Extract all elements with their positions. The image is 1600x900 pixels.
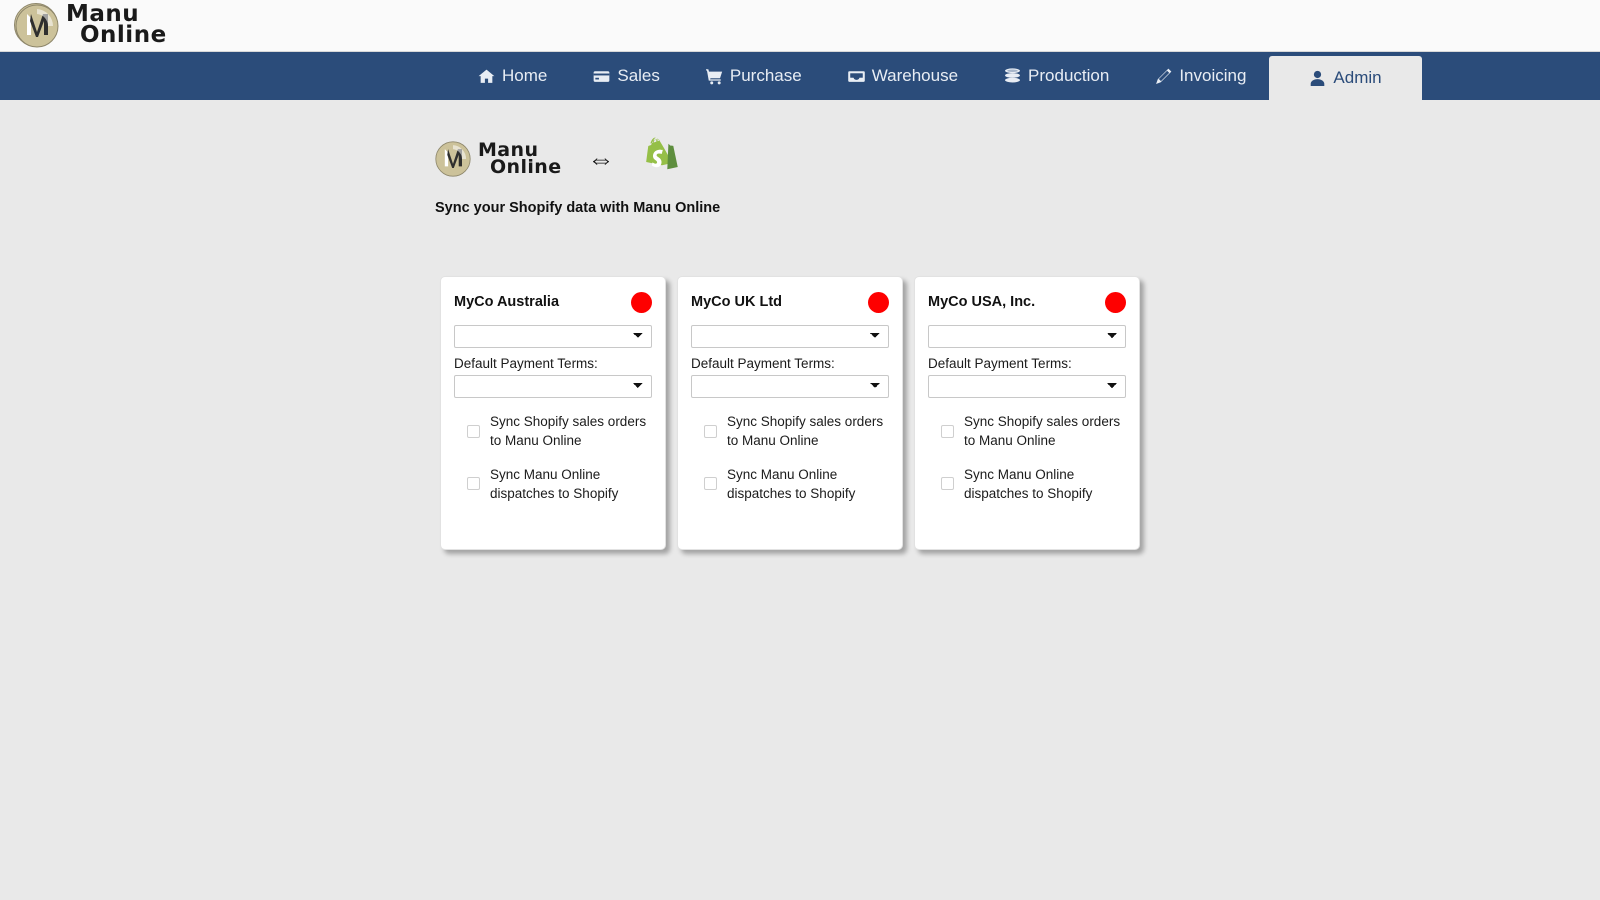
store-card-title: MyCo UK Ltd [691, 294, 783, 310]
nav-label-admin: Admin [1333, 68, 1382, 87]
sync-orders-checkbox[interactable] [941, 424, 954, 438]
sync-orders-row: Sync Shopify sales orders to Manu Online [691, 412, 889, 450]
sync-dispatches-label: Sync Manu Online dispatches to Shopify [727, 466, 856, 501]
nav-label-home: Home [502, 66, 548, 85]
nav-label-invoicing: Invoicing [1179, 66, 1247, 85]
default-payment-terms-label: Default Payment Terms: [691, 356, 835, 371]
nav-items: Home Sales Purchase Warehouse Production [455, 52, 1422, 100]
manu-online-logo-icon [435, 141, 471, 177]
sync-orders-row: Sync Shopify sales orders to Manu Online [928, 412, 1126, 450]
brand-wordmark: Manu Online [66, 2, 167, 48]
shopify-logo-icon [641, 136, 681, 182]
nav-item-purchase[interactable]: Purchase [683, 52, 825, 100]
sync-dispatches-label: Sync Manu Online dispatches to Shopify [964, 466, 1093, 501]
store-card: MyCo USA, Inc. Default Payment Terms: Sy… [914, 276, 1140, 550]
store-card-header: MyCo UK Ltd [691, 291, 889, 313]
sync-manu-online-wordmark: Manu Online [478, 140, 562, 178]
page-content: Manu Online ⇔ Sync your Shopify data wit… [0, 100, 1600, 900]
manu-online-logo-icon [14, 3, 59, 48]
sync-orders-label: Sync Shopify sales orders to Manu Online [964, 414, 1121, 449]
sync-dispatches-checkbox[interactable] [467, 477, 480, 491]
nav-item-warehouse[interactable]: Warehouse [825, 52, 981, 100]
home-icon [478, 68, 495, 85]
store-card-title: MyCo USA, Inc. [928, 294, 1036, 310]
cart-icon [705, 68, 723, 85]
credit-card-icon [593, 68, 610, 85]
sync-logo-line2: Online [490, 156, 562, 178]
sync-dispatches-checkbox[interactable] [704, 477, 717, 491]
nav-item-sales[interactable]: Sales [570, 52, 683, 100]
sync-dispatches-row: Sync Manu Online dispatches to Shopify [928, 465, 1126, 503]
database-icon [1004, 67, 1021, 85]
sync-dispatches-label: Sync Manu Online dispatches to Shopify [490, 466, 619, 501]
payment-terms-select[interactable] [691, 375, 889, 399]
store-cards-container: MyCo Australia Default Payment Terms: Sy… [440, 276, 1140, 550]
sync-orders-checkbox[interactable] [467, 424, 480, 438]
brand-logo[interactable]: Manu Online [14, 2, 167, 48]
sync-orders-label: Sync Shopify sales orders to Manu Online [490, 414, 647, 449]
store-card-header: MyCo Australia [454, 291, 652, 313]
brand-name-line2: Online [80, 22, 167, 48]
payment-terms-select[interactable] [928, 375, 1126, 399]
left-right-arrow-icon: ⇔ [587, 143, 615, 174]
nav-item-production[interactable]: Production [981, 52, 1132, 100]
brand-bar: Manu Online [0, 0, 1600, 52]
status-badge [1105, 291, 1126, 313]
store-select[interactable] [691, 325, 889, 348]
inbox-icon [847, 68, 865, 85]
nav-label-purchase: Purchase [729, 66, 802, 85]
sync-caption: Sync your Shopify data with Manu Online [435, 200, 721, 216]
nav-item-home[interactable]: Home [455, 52, 570, 100]
sync-orders-row: Sync Shopify sales orders to Manu Online [454, 412, 652, 450]
nav-label-sales: Sales [617, 66, 660, 85]
status-badge [868, 291, 889, 313]
nav-item-admin[interactable]: Admin [1269, 56, 1422, 100]
default-payment-terms-label: Default Payment Terms: [454, 356, 598, 371]
nav-label-warehouse: Warehouse [871, 66, 959, 85]
store-card: MyCo Australia Default Payment Terms: Sy… [440, 276, 666, 550]
sync-manu-online-logo: Manu Online [435, 140, 562, 178]
sync-header: Manu Online ⇔ Sync your Shopify data wit… [435, 128, 720, 216]
sync-dispatches-row: Sync Manu Online dispatches to Shopify [691, 465, 889, 503]
store-card: MyCo UK Ltd Default Payment Terms: Sync … [677, 276, 903, 550]
main-navigation-bar: Home Sales Purchase Warehouse Production [0, 52, 1600, 100]
store-card-header: MyCo USA, Inc. [928, 291, 1126, 313]
invoice-icon [1155, 68, 1172, 85]
store-card-title: MyCo Australia [454, 294, 560, 310]
store-select[interactable] [928, 325, 1126, 348]
sync-dispatches-checkbox[interactable] [941, 477, 954, 491]
sync-orders-label: Sync Shopify sales orders to Manu Online [727, 414, 884, 449]
default-payment-terms-label: Default Payment Terms: [928, 356, 1072, 371]
store-select[interactable] [454, 325, 652, 348]
status-badge [631, 291, 652, 313]
user-icon [1309, 70, 1326, 87]
payment-terms-select[interactable] [454, 375, 652, 399]
sync-orders-checkbox[interactable] [704, 424, 717, 438]
nav-label-production: Production [1028, 66, 1110, 85]
nav-item-invoicing[interactable]: Invoicing [1132, 52, 1269, 100]
sync-dispatches-row: Sync Manu Online dispatches to Shopify [454, 465, 652, 503]
sync-logo-row: Manu Online ⇔ [435, 128, 681, 190]
